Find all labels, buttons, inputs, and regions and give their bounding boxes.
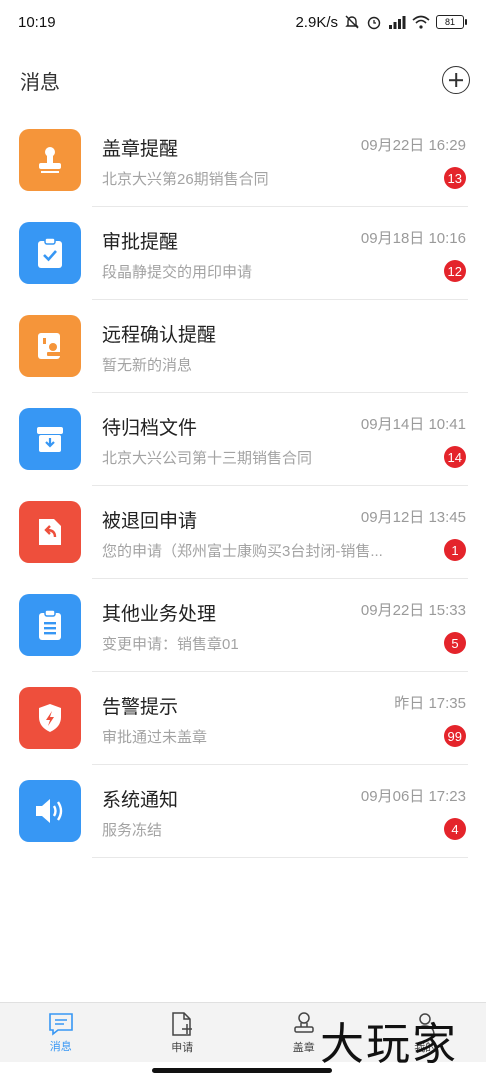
item-title: 待归档文件: [102, 418, 198, 439]
tab-label: 申请: [171, 1041, 194, 1054]
unread-badge: 14: [443, 446, 466, 468]
alarm-icon: [366, 14, 382, 30]
item-subtitle: 北京大兴公司第十三期销售合同: [102, 450, 313, 467]
clipboard-list-icon: [19, 594, 81, 656]
item-time: 09月22日 15:33: [360, 602, 466, 619]
unread-badge: 12: [443, 260, 466, 282]
list-item-system-notice[interactable]: 系统通知 09月06日 17:23 服务冻结 4: [0, 765, 486, 858]
new-document-icon: [172, 1011, 193, 1036]
list-item-stamp-reminder[interactable]: 盖章提醒 09月22日 16:29 北京大兴第26期销售合同 13: [0, 114, 486, 207]
signal-icon: [388, 15, 406, 29]
item-subtitle: 您的申请（郑州富士康购买3台封闭-销售...: [102, 543, 383, 560]
list-item-body: 盖章提醒 09月22日 16:29 北京大兴第26期销售合同 13: [92, 114, 468, 207]
tab-apply[interactable]: 申请: [122, 1003, 244, 1062]
list-item-other-business[interactable]: 其他业务处理 09月22日 15:33 变更申请：销售章01 5: [0, 579, 486, 672]
item-subtitle: 审批通过未盖章: [102, 729, 208, 746]
item-title: 告警提示: [102, 697, 179, 718]
shield-alert-icon: [19, 687, 81, 749]
item-subtitle: 段晶静提交的用印申请: [102, 264, 253, 281]
list-item-pending-archive[interactable]: 待归档文件 09月14日 10:41 北京大兴公司第十三期销售合同 14: [0, 393, 486, 486]
tab-messages[interactable]: 消息: [0, 1003, 122, 1062]
header: 消息: [0, 52, 486, 108]
list-item-body: 告警提示 昨日 17:35 审批通过未盖章 99: [92, 672, 468, 765]
battery-level: 81: [444, 17, 455, 27]
mute-bell-icon: [344, 14, 360, 30]
item-subtitle: 暂无新的消息: [102, 357, 193, 374]
item-time: 09月12日 13:45: [360, 509, 466, 526]
speaker-icon: [19, 780, 81, 842]
unread-badge: 4: [444, 818, 466, 840]
item-title: 被退回申请: [102, 511, 198, 532]
item-title: 审批提醒: [102, 232, 179, 253]
tab-label: 盖章: [292, 1041, 315, 1054]
unread-badge: 5: [444, 632, 466, 654]
item-subtitle: 北京大兴第26期销售合同: [102, 171, 269, 188]
clipboard-check-icon: [19, 222, 81, 284]
list-item-body: 远程确认提醒 暂无新的消息: [92, 300, 468, 393]
list-item-remote-confirm[interactable]: 远程确认提醒 暂无新的消息: [0, 300, 486, 393]
status-time: 10:19: [18, 13, 56, 31]
item-time: 09月18日 10:16: [360, 230, 466, 247]
status-icons: 2.9K/s 81: [295, 13, 467, 31]
list-item-body: 审批提醒 09月18日 10:16 段晶静提交的用印申请 12: [92, 207, 468, 300]
message-list: 盖章提醒 09月22日 16:29 北京大兴第26期销售合同 13 审批提醒 0…: [0, 114, 486, 858]
page-title: 消息: [20, 71, 60, 94]
tab-label: 消息: [49, 1040, 72, 1053]
unread-badge: 99: [443, 725, 466, 747]
stamp-icon: [19, 129, 81, 191]
list-item-alert[interactable]: 告警提示 昨日 17:35 审批通过未盖章 99: [0, 672, 486, 765]
return-document-icon: [19, 501, 81, 563]
archive-box-icon: [19, 408, 81, 470]
item-time: 09月14日 10:41: [360, 416, 466, 433]
item-title: 远程确认提醒: [102, 325, 217, 346]
network-speed: 2.9K/s: [295, 13, 338, 31]
remote-stamp-icon: [19, 315, 81, 377]
list-item-approval-reminder[interactable]: 审批提醒 09月18日 10:16 段晶静提交的用印申请 12: [0, 207, 486, 300]
item-title: 盖章提醒: [102, 139, 179, 160]
unread-badge: 1: [444, 539, 466, 561]
item-time: 09月06日 17:23: [360, 788, 466, 805]
wifi-icon: [412, 15, 430, 29]
list-item-body: 待归档文件 09月14日 10:41 北京大兴公司第十三期销售合同 14: [92, 393, 468, 486]
item-title: 其他业务处理: [102, 604, 217, 625]
item-subtitle: 服务冻结: [102, 822, 163, 839]
add-button[interactable]: [442, 66, 470, 94]
list-item-body: 系统通知 09月06日 17:23 服务冻结 4: [92, 765, 468, 858]
list-item-body: 被退回申请 09月12日 13:45 您的申请（郑州富士康购买3台封闭-销售..…: [92, 486, 468, 579]
item-time: 09月22日 16:29: [360, 137, 466, 154]
home-indicator[interactable]: [152, 1068, 332, 1073]
message-icon: [48, 1012, 73, 1036]
battery-icon: 81: [436, 15, 467, 29]
item-title: 系统通知: [102, 790, 179, 811]
list-item-returned-request[interactable]: 被退回申请 09月12日 13:45 您的申请（郑州富士康购买3台封闭-销售..…: [0, 486, 486, 579]
watermark: 大玩家: [320, 1019, 458, 1070]
unread-badge: 13: [443, 167, 466, 189]
status-bar: 10:19 2.9K/s 81: [0, 0, 486, 44]
item-time: 昨日 17:35: [394, 695, 466, 712]
list-item-body: 其他业务处理 09月22日 15:33 变更申请：销售章01 5: [92, 579, 468, 672]
item-subtitle: 变更申请：销售章01: [102, 636, 239, 653]
stamp-outline-icon: [294, 1011, 314, 1033]
